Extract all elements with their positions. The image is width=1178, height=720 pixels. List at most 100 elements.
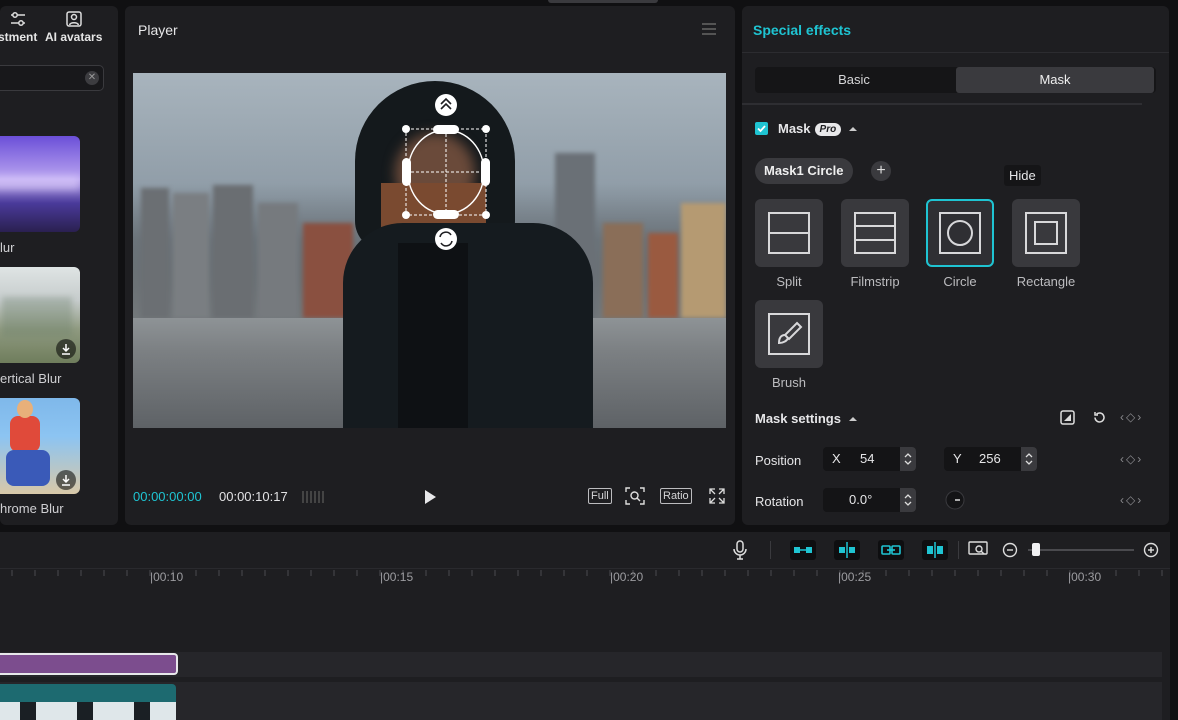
mask-type-rectangle-label: Rectangle xyxy=(1016,274,1076,289)
effects-library-panel: stment AI avatars ✕ lur ertical Blur hro… xyxy=(0,6,118,525)
tab-adjustment[interactable]: stment xyxy=(0,10,37,44)
mask-type-split-label: Split xyxy=(776,274,802,289)
position-x-field[interactable]: X 54 xyxy=(823,447,916,471)
download-icon[interactable] xyxy=(56,339,76,359)
download-icon[interactable] xyxy=(56,470,76,490)
tab-ai-avatars-label: AI avatars xyxy=(45,30,103,44)
mask-type-split[interactable] xyxy=(755,199,823,267)
invert-mask-icon[interactable] xyxy=(1060,410,1075,425)
keyframe-controls-settings[interactable]: ‹◇› xyxy=(1120,410,1143,424)
preview-axis-icon[interactable] xyxy=(968,541,988,559)
stepper-arrows-icon xyxy=(1025,453,1033,465)
fullscreen-icon[interactable] xyxy=(709,488,725,504)
tab-basic[interactable]: Basic xyxy=(755,67,953,93)
circle-mask-overlay[interactable] xyxy=(399,92,493,252)
play-icon[interactable] xyxy=(423,489,437,505)
zoom-slider-track[interactable] xyxy=(1028,549,1134,551)
effect-tabs: Basic Mask xyxy=(755,67,1156,93)
chain-icon xyxy=(881,545,901,555)
rotation-field[interactable]: 0.0° xyxy=(823,488,916,512)
effect-thumbnail-blur[interactable] xyxy=(0,136,80,232)
mask-settings-header[interactable]: Mask settings xyxy=(755,411,858,426)
mask-label: Mask xyxy=(778,121,811,136)
horizontal-scrollbar[interactable] xyxy=(742,103,1142,105)
microphone-icon[interactable] xyxy=(732,540,748,560)
ruler-tick-00-10: |00:10 xyxy=(150,570,184,584)
effect-clip[interactable] xyxy=(0,653,178,675)
top-handle xyxy=(548,0,658,3)
current-time: 00:00:00:00 xyxy=(133,489,202,504)
mask-type-circle-label: Circle xyxy=(943,274,977,289)
clear-search-icon[interactable]: ✕ xyxy=(85,71,99,85)
zoom-fit-icon[interactable] xyxy=(625,487,645,505)
effect-thumbnail-vertical-blur[interactable] xyxy=(0,267,80,363)
mask-type-rectangle[interactable] xyxy=(1012,199,1080,267)
circle-icon xyxy=(939,212,981,254)
checkmark-icon xyxy=(757,125,766,133)
ruler-tick-00-25: |00:25 xyxy=(838,570,872,584)
link-icon xyxy=(794,547,812,553)
stepper-arrows-icon xyxy=(904,453,912,465)
video-clip-thumbnails xyxy=(0,702,176,720)
toolbar-divider xyxy=(958,541,959,559)
rotation-value: 0.0° xyxy=(849,492,873,507)
x-stepper[interactable] xyxy=(900,447,916,471)
waveform-icon[interactable] xyxy=(301,489,325,505)
effect-thumbnail-chrome-blur[interactable] xyxy=(0,398,80,494)
mask-type-filmstrip[interactable] xyxy=(841,199,909,267)
video-preview[interactable] xyxy=(133,73,726,428)
snap-button[interactable] xyxy=(834,540,860,560)
tooltip: Hide xyxy=(1004,165,1041,186)
mask-settings-title: Mask settings xyxy=(755,411,841,426)
special-effects-panel: Special effects Basic Mask Mask Pro Mask1… xyxy=(742,6,1169,525)
keyframe-controls-rotation[interactable]: ‹◇› xyxy=(1120,493,1143,507)
mask-chip[interactable]: Mask1 Circle xyxy=(755,158,853,184)
player-panel: Player 00:00:00:00 00:00:10:17 Full Rati… xyxy=(125,6,735,525)
chevron-up-icon xyxy=(848,127,857,131)
rotation-stepper[interactable] xyxy=(900,488,916,512)
rotation-label: Rotation xyxy=(755,494,804,509)
tab-ai-avatars[interactable]: AI avatars xyxy=(45,10,102,44)
stepper-arrows-icon xyxy=(904,494,912,506)
split-preview-button[interactable] xyxy=(922,540,948,560)
pro-badge: Pro xyxy=(814,123,842,136)
mask-type-brush-label: Brush xyxy=(772,375,806,390)
y-stepper[interactable] xyxy=(1021,447,1037,471)
timeline-panel: |00:10 |00:15 |00:20 |00:25 |00:30 xyxy=(0,532,1170,720)
effect-label-chrome-blur: hrome Blur xyxy=(0,501,64,516)
keyframe-controls-position[interactable]: ‹◇› xyxy=(1120,452,1143,466)
zoom-out-icon[interactable] xyxy=(1002,542,1018,558)
linkage-button[interactable] xyxy=(878,540,904,560)
add-mask-button[interactable]: + xyxy=(871,161,891,181)
video-clip[interactable] xyxy=(0,684,176,720)
hamburger-menu-icon[interactable] xyxy=(701,22,717,36)
zoom-in-icon[interactable] xyxy=(1143,542,1159,558)
reset-icon[interactable] xyxy=(1092,410,1107,425)
link-main-track-button[interactable] xyxy=(790,540,816,560)
split-preview-icon xyxy=(927,542,943,558)
mask-section-header[interactable]: Mask Pro xyxy=(778,121,858,136)
ruler-tick-00-15: |00:15 xyxy=(380,570,414,584)
y-value: 256 xyxy=(979,451,1001,466)
full-quality-button[interactable]: Full xyxy=(588,488,612,504)
chevron-up-icon xyxy=(848,417,857,421)
effect-label-vertical-blur: ertical Blur xyxy=(0,371,62,386)
tab-mask[interactable]: Mask xyxy=(956,67,1154,93)
player-title: Player xyxy=(138,22,178,38)
snap-icon xyxy=(839,542,855,558)
position-y-field[interactable]: Y 256 xyxy=(944,447,1037,471)
divider xyxy=(742,52,1169,53)
y-label: Y xyxy=(953,451,962,466)
rectangle-icon xyxy=(1025,212,1067,254)
search-input[interactable]: ✕ xyxy=(0,65,104,91)
mask-type-brush[interactable] xyxy=(755,300,823,368)
zoom-slider-thumb[interactable] xyxy=(1032,543,1040,556)
x-label: X xyxy=(832,451,841,466)
x-value: 54 xyxy=(860,451,875,466)
mask-checkbox[interactable] xyxy=(755,122,768,135)
mask-type-circle[interactable] xyxy=(926,199,994,267)
adjustment-icon xyxy=(10,12,25,26)
ratio-button[interactable]: Ratio xyxy=(660,488,692,504)
rotation-dial-icon[interactable] xyxy=(945,490,965,510)
ruler-tick-00-20: |00:20 xyxy=(610,570,644,584)
